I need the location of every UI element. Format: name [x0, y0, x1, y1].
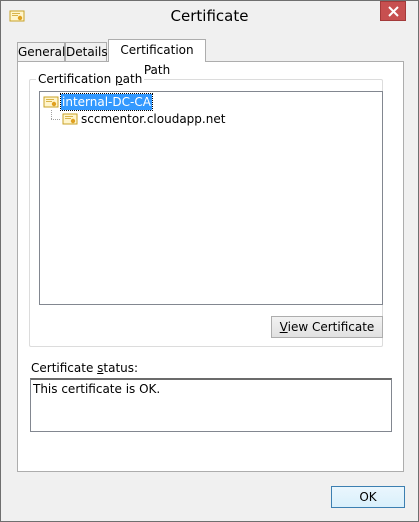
- certification-path-label: Certification path: [36, 72, 145, 86]
- tab-details[interactable]: Details: [65, 42, 108, 61]
- window-title: Certificate: [170, 7, 249, 25]
- tab-panel: Certification path internal-DC-CA sccmen…: [17, 61, 404, 472]
- tree-node-label: internal-DC-CA: [60, 93, 153, 111]
- tab-general[interactable]: General: [17, 42, 65, 61]
- tree-connector: [51, 110, 53, 119]
- tree-node-label: sccmentor.cloudapp.net: [81, 112, 226, 126]
- ok-button[interactable]: OK: [331, 486, 405, 508]
- tab-certification-path[interactable]: Certification Path: [108, 39, 206, 77]
- certificate-dialog: Certificate General Details Certificatio…: [0, 0, 419, 522]
- certificate-icon: [62, 113, 78, 125]
- certificate-status-box[interactable]: This certificate is OK.: [30, 378, 392, 432]
- tab-general-label: General: [18, 45, 66, 59]
- certificate-status-text: This certificate is OK.: [33, 382, 161, 396]
- close-button[interactable]: [380, 1, 406, 21]
- certificate-status-label: Certificate status:: [29, 361, 141, 375]
- title-bar[interactable]: Certificate: [1, 1, 418, 32]
- close-icon: [388, 6, 399, 17]
- certificate-icon: [43, 96, 59, 108]
- tab-details-label: Details: [66, 45, 108, 59]
- certification-path-tree[interactable]: internal-DC-CA sccmentor.cloudapp.net: [39, 91, 383, 305]
- tree-node-root[interactable]: internal-DC-CA: [43, 93, 153, 111]
- tree-connector: [51, 119, 60, 121]
- tree-node-child[interactable]: sccmentor.cloudapp.net: [62, 111, 226, 127]
- view-certificate-button[interactable]: View Certificate: [271, 316, 383, 338]
